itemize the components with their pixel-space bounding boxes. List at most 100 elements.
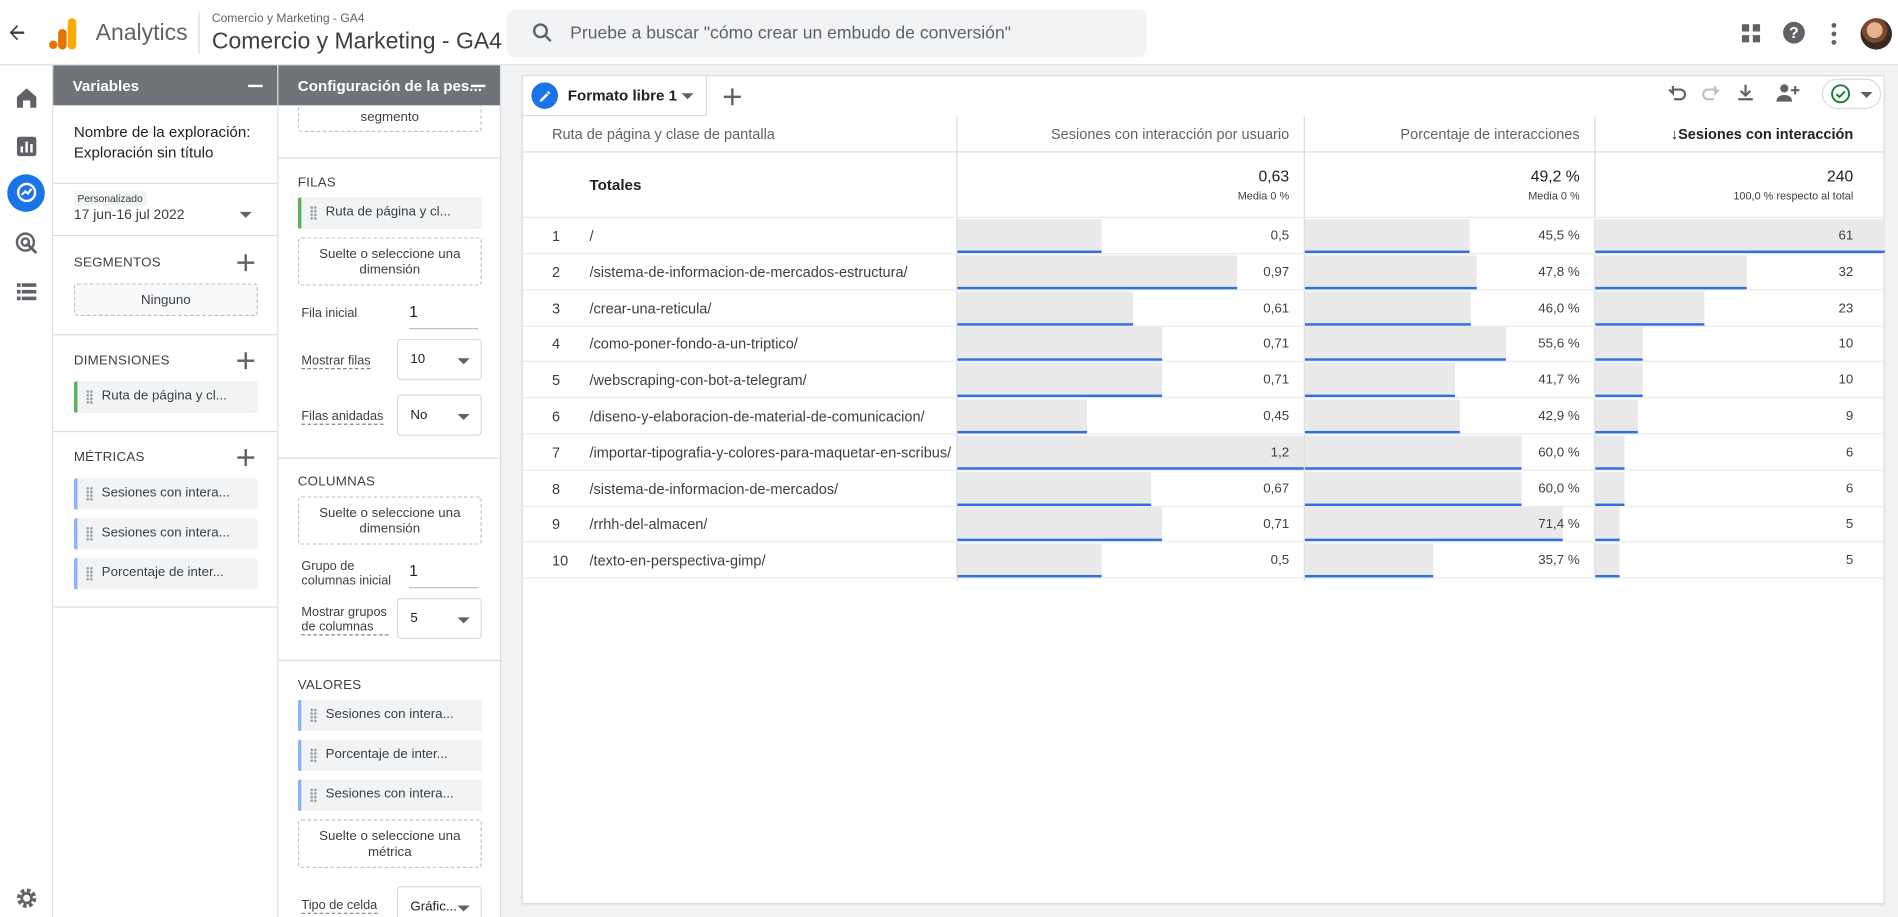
dimension-chip-label: Ruta de página y cl... — [101, 388, 227, 404]
columns-drop-zone[interactable]: Suelte o seleccione una dimensión — [297, 496, 482, 545]
value-engaged-sessions: 5 — [1845, 553, 1854, 568]
table-row[interactable]: 8/sistema-de-informacion-de-mercados/0,6… — [522, 470, 1885, 507]
row-page-path[interactable]: /sistema-de-informacion-de-mercados/ — [590, 470, 839, 506]
help-icon[interactable]: ? — [1781, 19, 1808, 46]
exploration-canvas: Formato libre 1 Ruta de página y clase d… — [521, 75, 1885, 905]
drag-handle-icon[interactable] — [85, 389, 94, 405]
totals-m1: 0,63 — [1258, 167, 1290, 186]
column-header-engaged-sessions-per-user[interactable]: Sesiones con interacción por usuario — [958, 116, 1289, 152]
value-metric-chip[interactable]: Porcentaje de inter... — [297, 739, 482, 772]
apps-grid-icon[interactable] — [1738, 21, 1765, 48]
back-arrow-icon[interactable] — [5, 21, 29, 45]
save-status-button[interactable] — [1821, 78, 1882, 109]
collapse-icon[interactable] — [470, 84, 486, 88]
values-drop-zone[interactable]: Suelte o seleccione una métrica — [297, 819, 482, 868]
exploration-name-field[interactable]: Exploración sin título — [74, 144, 214, 161]
totals-m2: 49,2 % — [1530, 167, 1580, 186]
row-page-path[interactable]: /como-poner-fondo-a-un-triptico/ — [590, 326, 798, 362]
value-engaged-sessions-per-user: 0,71 — [1263, 373, 1290, 388]
search-input[interactable] — [570, 9, 1127, 57]
table-row[interactable]: 4/como-poner-fondo-a-un-triptico/0,71 55,… — [522, 326, 1885, 363]
show-rows-select[interactable]: 10 — [397, 338, 482, 381]
table-row[interactable]: 2/sistema-de-informacion-de-mercados-est… — [522, 254, 1885, 291]
values-title: VALORES — [297, 677, 362, 693]
avatar[interactable] — [1860, 18, 1893, 50]
divider — [278, 157, 500, 159]
nested-rows-select[interactable]: No — [397, 394, 482, 436]
metric-chip[interactable]: Sesiones con intera... — [73, 518, 258, 550]
value-metric-chip[interactable]: Sesiones con intera... — [297, 699, 482, 732]
value-chip-label: Sesiones con intera... — [325, 706, 454, 722]
add-tab-icon[interactable] — [723, 88, 741, 106]
row-page-path[interactable]: /importar-tipografia-y-colores-para-maqu… — [590, 434, 952, 470]
add-segment-icon[interactable] — [237, 254, 255, 272]
drag-handle-icon[interactable] — [309, 748, 318, 763]
search-box[interactable] — [507, 9, 1147, 57]
reports-icon[interactable] — [13, 133, 40, 160]
table-row[interactable]: 10/texto-en-perspectiva-gimp/0,5 35,7 % 5 — [522, 543, 1885, 579]
home-icon[interactable] — [13, 85, 40, 112]
start-row-label: Fila inicial — [301, 306, 358, 321]
column-header-dimension[interactable]: Ruta de página y clase de pantalla — [552, 116, 775, 152]
metric-chip[interactable]: Porcentaje de inter... — [73, 558, 258, 590]
search-icon — [532, 23, 552, 43]
table-row[interactable]: 9/rrhh-del-almacen/0,71 71,4 % 5 — [522, 506, 1885, 543]
show-column-groups-select[interactable]: 5 — [397, 597, 482, 640]
tab-menu-caret-icon[interactable] — [681, 93, 694, 100]
row-page-path[interactable]: / — [590, 218, 594, 254]
rows-drop-zone[interactable]: Suelte o seleccione una dimensión — [297, 237, 482, 286]
row-dimension-chip[interactable]: Ruta de página y cl... — [297, 197, 482, 229]
table-row[interactable]: 7/importar-tipografia-y-colores-para-maq… — [522, 434, 1885, 471]
drag-handle-icon[interactable] — [309, 205, 318, 221]
start-row-input[interactable]: 1 — [409, 303, 479, 330]
settings-gear-icon[interactable] — [13, 885, 40, 912]
configure-list-icon[interactable] — [13, 278, 40, 305]
undo-icon[interactable] — [1667, 84, 1689, 106]
add-dimension-icon[interactable] — [237, 352, 255, 370]
metric-chip[interactable]: Sesiones con intera... — [73, 478, 258, 510]
add-metric-icon[interactable] — [237, 449, 255, 467]
drag-handle-icon[interactable] — [309, 708, 318, 723]
tab-formato-libre[interactable]: Formato libre 1 — [522, 76, 707, 117]
row-page-path[interactable]: /crear-una-reticula/ — [590, 290, 712, 326]
advertising-icon[interactable] — [13, 230, 40, 257]
value-metric-chip[interactable]: Sesiones con intera... — [297, 779, 482, 812]
table-row[interactable]: 5/webscraping-con-bot-a-telegram/0,71 41,… — [522, 362, 1885, 399]
download-icon[interactable] — [1735, 82, 1757, 104]
nested-rows-value: No — [410, 407, 428, 423]
row-page-path[interactable]: /texto-en-perspectiva-gimp/ — [590, 543, 766, 579]
divider — [278, 457, 500, 459]
variables-header: Variables — [53, 65, 278, 106]
dimension-chip[interactable]: Ruta de página y cl... — [73, 381, 258, 413]
column-header-engaged-sessions[interactable]: ↓Sesiones con interacción — [1595, 116, 1853, 152]
share-add-user-icon[interactable] — [1775, 81, 1802, 105]
value-engaged-sessions: 9 — [1845, 409, 1854, 424]
value-engagement-rate: 46,0 % — [1538, 300, 1580, 316]
more-vert-icon[interactable] — [1821, 21, 1848, 48]
drag-handle-icon[interactable] — [309, 788, 318, 803]
cell-type-select[interactable]: Gráfic... — [397, 886, 482, 917]
row-page-path[interactable]: /rrhh-del-almacen/ — [590, 506, 708, 542]
date-dropdown-caret-icon[interactable] — [239, 211, 252, 218]
drag-handle-icon[interactable] — [85, 566, 94, 582]
chevron-down-icon — [457, 358, 470, 365]
drag-handle-icon[interactable] — [85, 486, 94, 502]
column-header-engagement-rate[interactable]: Porcentaje de interacciones — [1305, 116, 1579, 152]
account-breadcrumb[interactable]: Comercio y Marketing - GA4 — [212, 12, 365, 25]
column-group-input[interactable]: 1 — [409, 562, 479, 589]
row-page-path[interactable]: /diseno-y-elaboracion-de-material-de-com… — [590, 398, 925, 434]
segments-none[interactable]: Ninguno — [73, 283, 258, 316]
row-index: 4 — [551, 335, 561, 353]
property-selector[interactable]: Comercio y Marketing - GA4 — [212, 29, 502, 56]
row-index: 6 — [551, 407, 561, 425]
table-row[interactable]: 6/diseno-y-elaboracion-de-material-de-co… — [522, 398, 1885, 435]
segment-drop-zone[interactable]: segmento — [297, 105, 482, 132]
table-row[interactable]: 3/crear-una-reticula/0,61 46,0 % 23 — [522, 290, 1885, 327]
row-page-path[interactable]: /sistema-de-informacion-de-mercados-estr… — [590, 254, 908, 290]
drag-handle-icon[interactable] — [85, 526, 94, 542]
collapse-icon[interactable] — [248, 84, 263, 88]
date-range-selector[interactable]: 17 jun-16 jul 2022 — [74, 208, 185, 223]
row-page-path[interactable]: /webscraping-con-bot-a-telegram/ — [590, 362, 807, 398]
redo-icon[interactable] — [1700, 84, 1722, 106]
table-row[interactable]: 1 / 0,5 45,5 % 61 — [522, 218, 1885, 255]
